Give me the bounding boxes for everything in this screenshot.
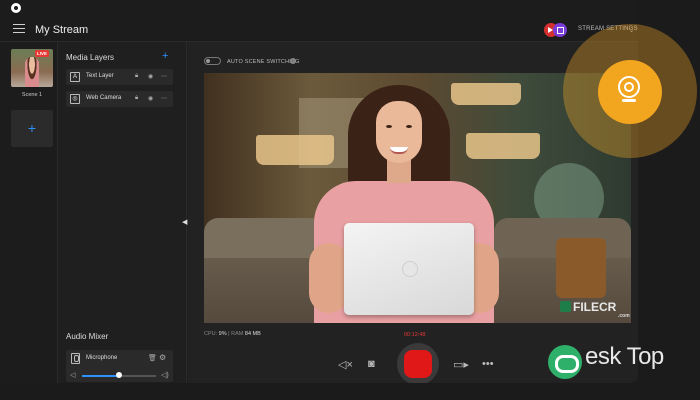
screenshot-stage: My Stream STREAM SETTINGS ⌄ LIVE Scene 1… (0, 0, 700, 400)
layer-label: Web Camera (86, 95, 122, 101)
webcam-icon (618, 76, 640, 104)
preview-laptop (344, 223, 474, 315)
eye-icon[interactable]: ◉ (148, 73, 153, 80)
stream-timer: 00:12:48 (404, 332, 426, 338)
desktop-watermark: esk Top (585, 343, 664, 370)
channel-label: Microphone (86, 355, 118, 361)
menu-icon[interactable] (13, 24, 25, 33)
filecr-watermark: FILECR .com (560, 300, 630, 319)
watermark-text: FILECR (573, 300, 617, 314)
layer-label: Text Layer (86, 73, 114, 79)
add-scene-button[interactable]: + (11, 110, 53, 147)
camera-icon[interactable]: ◙ (368, 358, 375, 370)
twitch-icon[interactable] (553, 23, 567, 37)
auto-scene-label: AUTO SCENE SWITCHING (227, 59, 300, 65)
add-layer-button[interactable]: + (162, 50, 168, 62)
desktop-watermark-logo-icon (548, 345, 582, 379)
layer-row-webcam[interactable]: ◎ Web Camera 🔒︎ ◉ ⋯ (66, 91, 173, 107)
webcam-foot (622, 99, 636, 102)
text-layer-icon: A (70, 72, 80, 82)
audio-mixer-title: Audio Mixer (66, 332, 109, 341)
live-badge: LIVE (35, 50, 49, 57)
scene-thumbnail-person (25, 57, 39, 87)
lock-icon[interactable]: 🔒︎ (135, 95, 138, 102)
video-camera-icon[interactable]: ▭▸ (453, 358, 469, 371)
top-bar: My Stream STREAM SETTINGS ⌄ (0, 0, 638, 42)
webcam-layer-icon: ◎ (70, 94, 80, 104)
preview-person-eye (386, 125, 392, 128)
scene-label: Scene 1 (21, 92, 43, 98)
collapse-panel-icon[interactable]: ◀ (182, 218, 187, 226)
preview-person-eye (406, 125, 412, 128)
resource-stats: CPU: 9% | RAM 84 MB (204, 331, 261, 337)
gear-icon[interactable]: ⚙ (159, 353, 166, 362)
stream-title: My Stream (35, 24, 89, 36)
media-layers-title: Media Layers (66, 53, 115, 62)
record-button[interactable] (404, 350, 432, 378)
app-logo-icon (11, 3, 21, 13)
app-window: My Stream STREAM SETTINGS ⌄ LIVE Scene 1… (0, 0, 638, 383)
preview-lamp (256, 135, 334, 165)
preview-bag (556, 238, 606, 298)
volume-slider[interactable] (82, 372, 156, 378)
trash-icon[interactable]: 🗑︎ (148, 354, 157, 362)
more-icon[interactable]: ⋯ (161, 95, 167, 102)
more-icon[interactable]: ⋯ (161, 73, 167, 80)
preview-lamp (451, 83, 521, 105)
speaker-muted-icon[interactable]: ◁× (338, 358, 353, 371)
preview-lamp (466, 133, 540, 159)
eye-icon[interactable]: ◉ (148, 95, 153, 102)
more-icon[interactable]: ••• (482, 358, 494, 370)
volume-fill (82, 375, 119, 377)
layer-row-text[interactable]: A Text Layer 🔒︎ ◉ ⋯ (66, 69, 173, 85)
filecr-logo-icon (560, 301, 571, 312)
volume-knob[interactable] (116, 372, 122, 378)
ram-label: RAM (231, 331, 244, 337)
webcam-lens (624, 82, 634, 92)
watermark-sub: .com (618, 313, 630, 319)
preview-person-arm (309, 243, 349, 313)
info-icon[interactable]: i (290, 58, 296, 64)
ram-value: 84 MB (244, 331, 261, 337)
lock-icon[interactable]: 🔒︎ (135, 73, 138, 80)
speaker-low-icon: ◁ (70, 372, 76, 379)
auto-scene-toggle[interactable] (204, 57, 221, 65)
speaker-high-icon: ◁) (161, 372, 169, 379)
audio-channel-microphone: Microphone 🗑︎ ⚙ ◁ ◁) (66, 350, 173, 382)
cpu-value: 9% (218, 331, 227, 337)
microphone-icon (71, 353, 80, 364)
cpu-label: CPU: (204, 331, 218, 337)
